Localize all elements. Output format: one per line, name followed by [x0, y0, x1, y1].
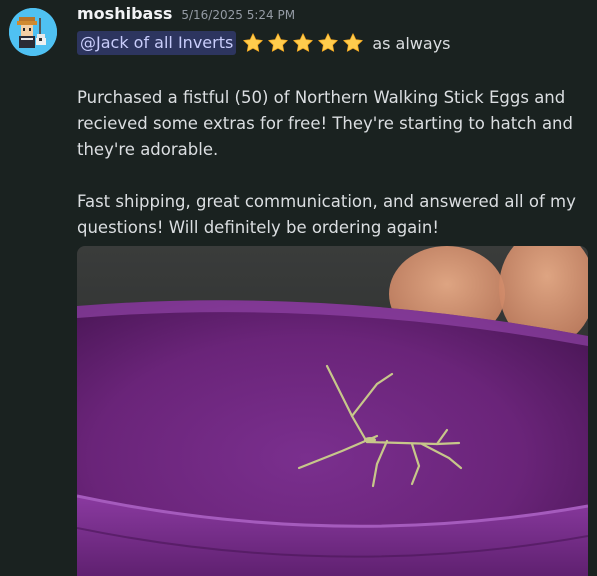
- chat-message: moshibass 5/16/2025 5:24 PM @Jack of all…: [0, 0, 597, 576]
- user-avatar[interactable]: [9, 8, 57, 56]
- star-icon: [343, 33, 364, 52]
- image-attachment[interactable]: [77, 246, 588, 576]
- star-rating: [242, 32, 367, 54]
- username[interactable]: moshibass: [77, 4, 172, 23]
- timestamp[interactable]: 5/16/2025 5:24 PM: [181, 8, 295, 22]
- message-inline-text: as always: [372, 33, 451, 53]
- message-paragraph: Fast shipping, great communication, and …: [77, 192, 576, 237]
- message-paragraph: Purchased a fistful (50) of Northern Wal…: [77, 88, 573, 159]
- user-mention[interactable]: @Jack of all Inverts: [77, 31, 237, 55]
- star-icon: [268, 33, 289, 52]
- message-header: moshibass 5/16/2025 5:24 PM: [77, 4, 295, 28]
- star-icon: [293, 33, 314, 52]
- star-icon: [318, 33, 339, 52]
- message-body: Purchased a fistful (50) of Northern Wal…: [77, 85, 582, 241]
- star-icon: [243, 33, 264, 52]
- message-first-line: @Jack of all Inverts as always: [77, 30, 451, 56]
- walking-stick-photo: [77, 246, 588, 576]
